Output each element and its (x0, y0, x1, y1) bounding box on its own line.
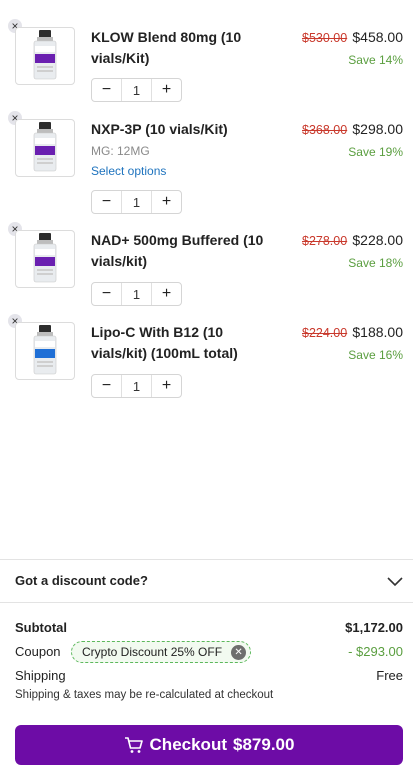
savings-label: Save 18% (348, 256, 403, 270)
vial-icon (33, 30, 57, 80)
quantity-stepper: − 1 + (91, 282, 182, 306)
sale-price: $298.00 (352, 121, 403, 137)
checkout-label: Checkout (149, 735, 227, 754)
vial-icon (33, 325, 57, 375)
coupon-label: Coupon (15, 644, 61, 659)
quantity-stepper: − 1 + (91, 78, 182, 102)
discount-code-toggle[interactable]: Got a discount code? (0, 559, 413, 603)
original-price: $224.00 (302, 326, 348, 340)
shipping-label: Shipping (15, 668, 66, 683)
product-image[interactable] (15, 27, 75, 85)
sale-price: $228.00 (352, 232, 403, 248)
coupon-value: - $293.00 (348, 644, 403, 659)
vial-icon (33, 122, 57, 172)
product-image[interactable] (15, 119, 75, 177)
quantity-increase-button[interactable]: + (152, 283, 181, 305)
sale-price: $188.00 (352, 324, 403, 340)
quantity-input[interactable]: 1 (121, 191, 152, 213)
cart-icon (124, 737, 143, 753)
original-price: $530.00 (302, 31, 348, 45)
product-image[interactable] (15, 230, 75, 288)
checkout-amount: $879.00 (233, 735, 295, 754)
quantity-increase-button[interactable]: + (152, 79, 181, 101)
product-name[interactable]: Lipo-C With B12 (10 vials/kit) (100mL to… (91, 322, 256, 364)
quantity-decrease-button[interactable]: − (92, 191, 121, 213)
discount-code-label: Got a discount code? (15, 573, 148, 588)
product-image[interactable] (15, 322, 75, 380)
product-name[interactable]: NAD+ 500mg Buffered (10 vials/kit) (91, 230, 291, 272)
quantity-decrease-button[interactable]: − (92, 375, 121, 397)
quantity-decrease-button[interactable]: − (92, 79, 121, 101)
subtotal-label: Subtotal (15, 620, 67, 635)
quantity-input[interactable]: 1 (121, 283, 152, 305)
vial-icon (33, 233, 57, 283)
checkout-button[interactable]: Checkout $879.00 (15, 725, 403, 765)
savings-label: Save 14% (348, 53, 403, 67)
original-price: $368.00 (302, 123, 348, 137)
product-variant: MG: 12MG (91, 144, 150, 158)
shipping-note: Shipping & taxes may be re-calculated at… (15, 689, 274, 701)
coupon-code: Crypto Discount 25% OFF (82, 645, 223, 659)
product-name[interactable]: KLOW Blend 80mg (10 vials/Kit) (91, 27, 281, 69)
shipping-value: Free (376, 668, 403, 683)
quantity-stepper: − 1 + (91, 190, 182, 214)
coupon-tag: Crypto Discount 25% OFF ✕ (71, 641, 252, 663)
quantity-input[interactable]: 1 (121, 375, 152, 397)
savings-label: Save 16% (348, 348, 403, 362)
original-price: $278.00 (302, 234, 348, 248)
quantity-input[interactable]: 1 (121, 79, 152, 101)
quantity-increase-button[interactable]: + (152, 191, 181, 213)
sale-price: $458.00 (352, 29, 403, 45)
select-options-link[interactable]: Select options (91, 164, 166, 178)
quantity-decrease-button[interactable]: − (92, 283, 121, 305)
product-name[interactable]: NXP-3P (10 vials/Kit) (91, 119, 291, 140)
savings-label: Save 19% (348, 145, 403, 159)
remove-coupon-button[interactable]: ✕ (231, 645, 247, 660)
quantity-stepper: − 1 + (91, 374, 182, 398)
quantity-increase-button[interactable]: + (152, 375, 181, 397)
chevron-down-icon (387, 574, 403, 592)
subtotal-value: $1,172.00 (345, 620, 403, 635)
